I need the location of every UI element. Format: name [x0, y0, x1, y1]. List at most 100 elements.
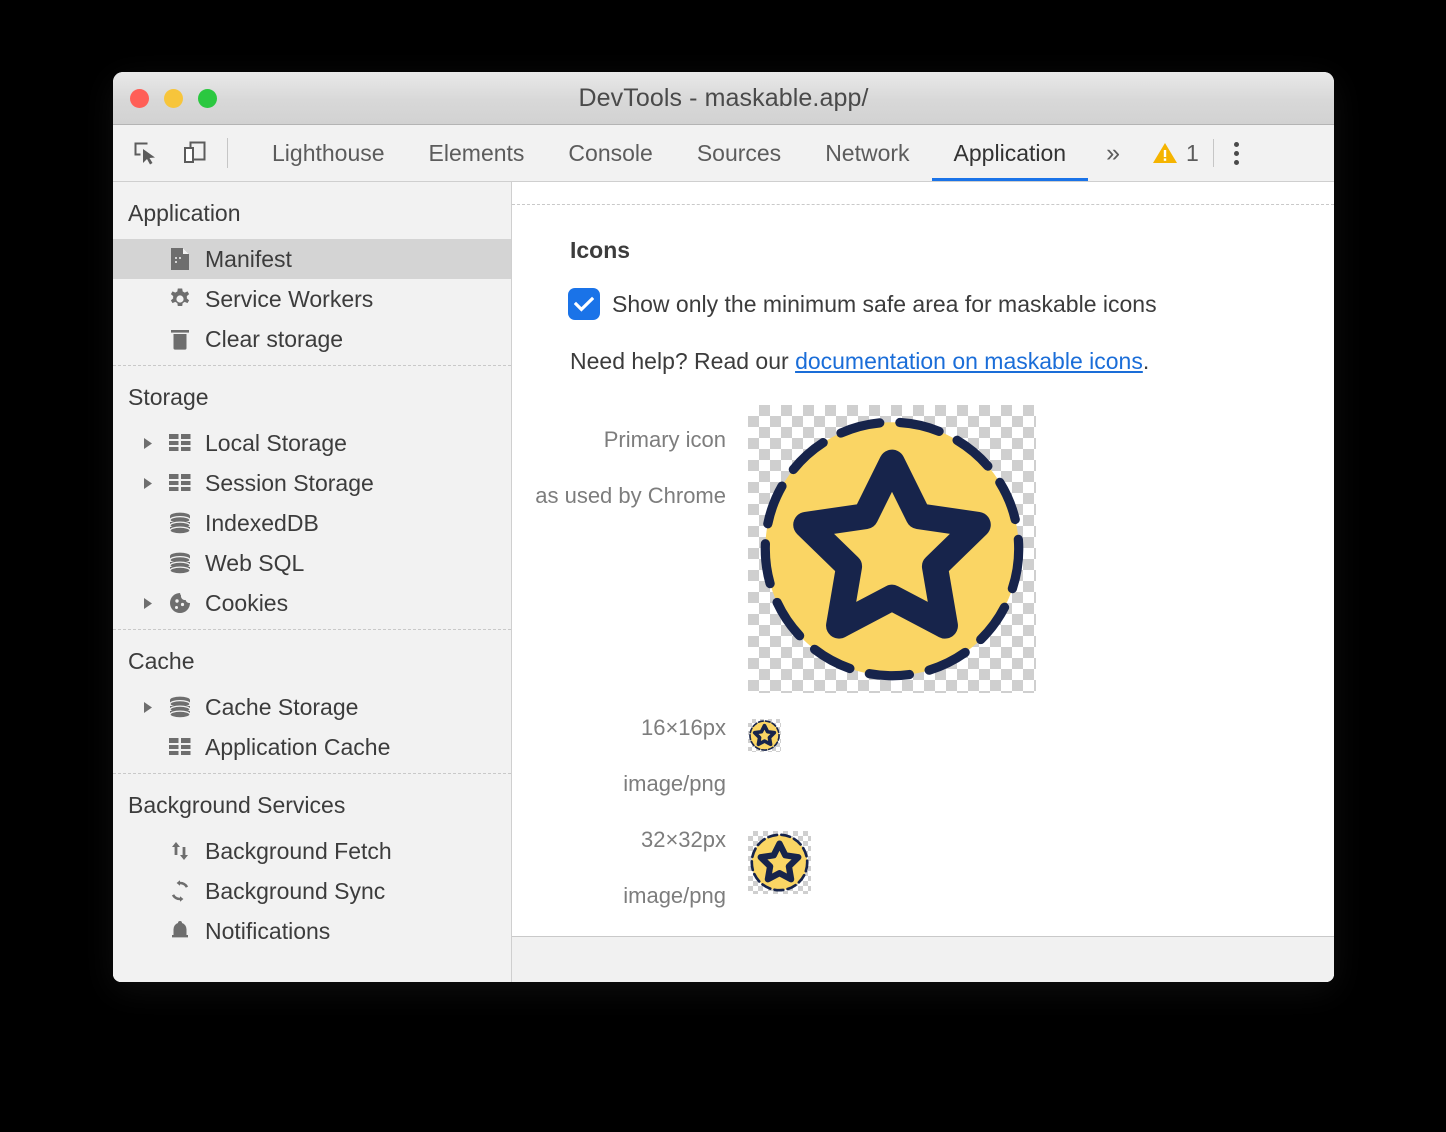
traffic-lights	[130, 89, 217, 108]
devtools-tabstrip: Lighthouse Elements Console Sources Netw…	[113, 125, 1334, 182]
screen-root: DevTools - maskable.app/	[0, 0, 1446, 1132]
sidebar-item-background-fetch[interactable]: Background Fetch	[113, 831, 511, 871]
tab-label: Console	[568, 140, 652, 167]
more-tabs-button[interactable]: »	[1088, 125, 1138, 181]
sidebar-item-label: Web SQL	[205, 550, 304, 577]
table-icon	[167, 432, 193, 454]
devtools-body: Application Manifest	[113, 182, 1334, 982]
sidebar-item-label: IndexedDB	[205, 510, 319, 537]
kebab-dot	[1234, 160, 1239, 165]
icon-row-primary: Primary icon as used by Chrome	[512, 405, 1334, 693]
panel-footer	[512, 936, 1334, 982]
tab-application[interactable]: Application	[932, 125, 1089, 181]
sidebar-item-indexeddb[interactable]: IndexedDB	[113, 503, 511, 543]
expand-arrow-icon[interactable]	[141, 477, 155, 490]
icon-mime-label: image/png	[512, 885, 726, 907]
device-toolbar-icon	[182, 140, 208, 166]
safe-area-checkbox-label: Show only the minimum safe area for mask…	[612, 291, 1157, 318]
devtools-menu-button[interactable]	[1214, 125, 1259, 181]
toolbar-buttons	[129, 125, 250, 181]
sync-arrows-icon	[167, 879, 193, 903]
database-icon	[167, 511, 193, 535]
tab-console[interactable]: Console	[546, 125, 674, 181]
help-text: Need help? Read our documentation on mas…	[570, 348, 1334, 375]
minimize-window-button[interactable]	[164, 89, 183, 108]
inspect-element-button[interactable]	[129, 136, 163, 170]
sidebar-group-application: Application Manifest	[113, 182, 511, 365]
maskable-docs-link[interactable]: documentation on maskable icons	[795, 348, 1143, 374]
sidebar-item-label: Service Workers	[205, 286, 373, 313]
device-toolbar-button[interactable]	[178, 136, 212, 170]
tab-label: Sources	[697, 140, 781, 167]
panel-tabs: Lighthouse Elements Console Sources Netw…	[250, 125, 1088, 181]
toolbar-divider	[227, 138, 228, 168]
icon-row-labels: 32×32px image/png	[512, 829, 748, 907]
sidebar-item-notifications[interactable]: Notifications	[113, 911, 511, 951]
sidebar-item-clear-storage[interactable]: Clear storage	[113, 319, 511, 359]
help-suffix: .	[1143, 348, 1149, 374]
sidebar-group-title: Application	[113, 182, 511, 239]
sidebar-item-label: Cache Storage	[205, 694, 358, 721]
maskable-star-icon	[748, 405, 1036, 693]
icon-mime-label: image/png	[512, 773, 726, 795]
warning-indicator[interactable]: 1	[1138, 125, 1213, 181]
tab-elements[interactable]: Elements	[407, 125, 547, 181]
safe-area-checkbox[interactable]	[570, 290, 598, 318]
icon-size-label: 32×32px	[512, 829, 726, 851]
icon-preview-16	[748, 719, 781, 752]
sidebar-group-title: Background Services	[113, 774, 511, 831]
application-sidebar: Application Manifest	[113, 182, 512, 982]
sidebar-item-service-workers[interactable]: Service Workers	[113, 279, 511, 319]
icon-size-label: 16×16px	[512, 717, 726, 739]
kebab-dot	[1234, 151, 1239, 156]
tab-sources[interactable]: Sources	[675, 125, 803, 181]
tab-label: Application	[954, 140, 1067, 167]
primary-icon-preview	[748, 405, 1036, 693]
sidebar-item-manifest[interactable]: Manifest	[113, 239, 511, 279]
primary-icon-label-line1: Primary icon	[512, 429, 726, 451]
sidebar-item-session-storage[interactable]: Session Storage	[113, 463, 511, 503]
sidebar-item-label: Application Cache	[205, 734, 390, 761]
sidebar-group-title: Storage	[113, 366, 511, 423]
primary-icon-label-line2: as used by Chrome	[512, 485, 726, 507]
sidebar-item-application-cache[interactable]: Application Cache	[113, 727, 511, 767]
sidebar-group-title: Cache	[113, 630, 511, 687]
database-icon	[167, 695, 193, 719]
inspect-element-icon	[133, 140, 159, 166]
sidebar-item-label: Manifest	[205, 246, 292, 273]
trash-icon	[167, 327, 193, 351]
sidebar-item-label: Background Fetch	[205, 838, 392, 865]
checkmark-icon	[574, 296, 594, 312]
table-icon	[167, 736, 193, 758]
expand-arrow-icon[interactable]	[141, 597, 155, 610]
database-icon	[167, 551, 193, 575]
sidebar-item-local-storage[interactable]: Local Storage	[113, 423, 511, 463]
document-icon	[167, 247, 193, 271]
sidebar-group-cache: Cache	[113, 629, 511, 773]
sidebar-group-background-services: Background Services Background Fetch	[113, 773, 511, 957]
sidebar-item-label: Session Storage	[205, 470, 374, 497]
sidebar-item-label: Background Sync	[205, 878, 385, 905]
safe-area-checkbox-row[interactable]: Show only the minimum safe area for mask…	[570, 290, 1334, 318]
panel-top-strip	[512, 182, 1334, 205]
tab-lighthouse[interactable]: Lighthouse	[250, 125, 407, 181]
sidebar-item-web-sql[interactable]: Web SQL	[113, 543, 511, 583]
close-window-button[interactable]	[130, 89, 149, 108]
expand-arrow-icon[interactable]	[141, 437, 155, 450]
window-title: DevTools - maskable.app/	[113, 84, 1334, 113]
updown-arrows-icon	[167, 839, 193, 863]
warning-count: 1	[1186, 140, 1199, 167]
icon-preview-32	[748, 831, 811, 894]
sidebar-item-cache-storage[interactable]: Cache Storage	[113, 687, 511, 727]
tab-network[interactable]: Network	[803, 125, 931, 181]
tab-label: Elements	[429, 140, 525, 167]
sidebar-item-background-sync[interactable]: Background Sync	[113, 871, 511, 911]
expand-arrow-icon[interactable]	[141, 701, 155, 714]
maximize-window-button[interactable]	[198, 89, 217, 108]
sidebar-item-cookies[interactable]: Cookies	[113, 583, 511, 623]
maskable-star-icon-small	[748, 719, 781, 752]
help-prefix: Need help? Read our	[570, 348, 795, 374]
icon-row-labels: 16×16px image/png	[512, 717, 748, 795]
icons-section-title: Icons	[570, 237, 1334, 264]
kebab-dot	[1234, 142, 1239, 147]
